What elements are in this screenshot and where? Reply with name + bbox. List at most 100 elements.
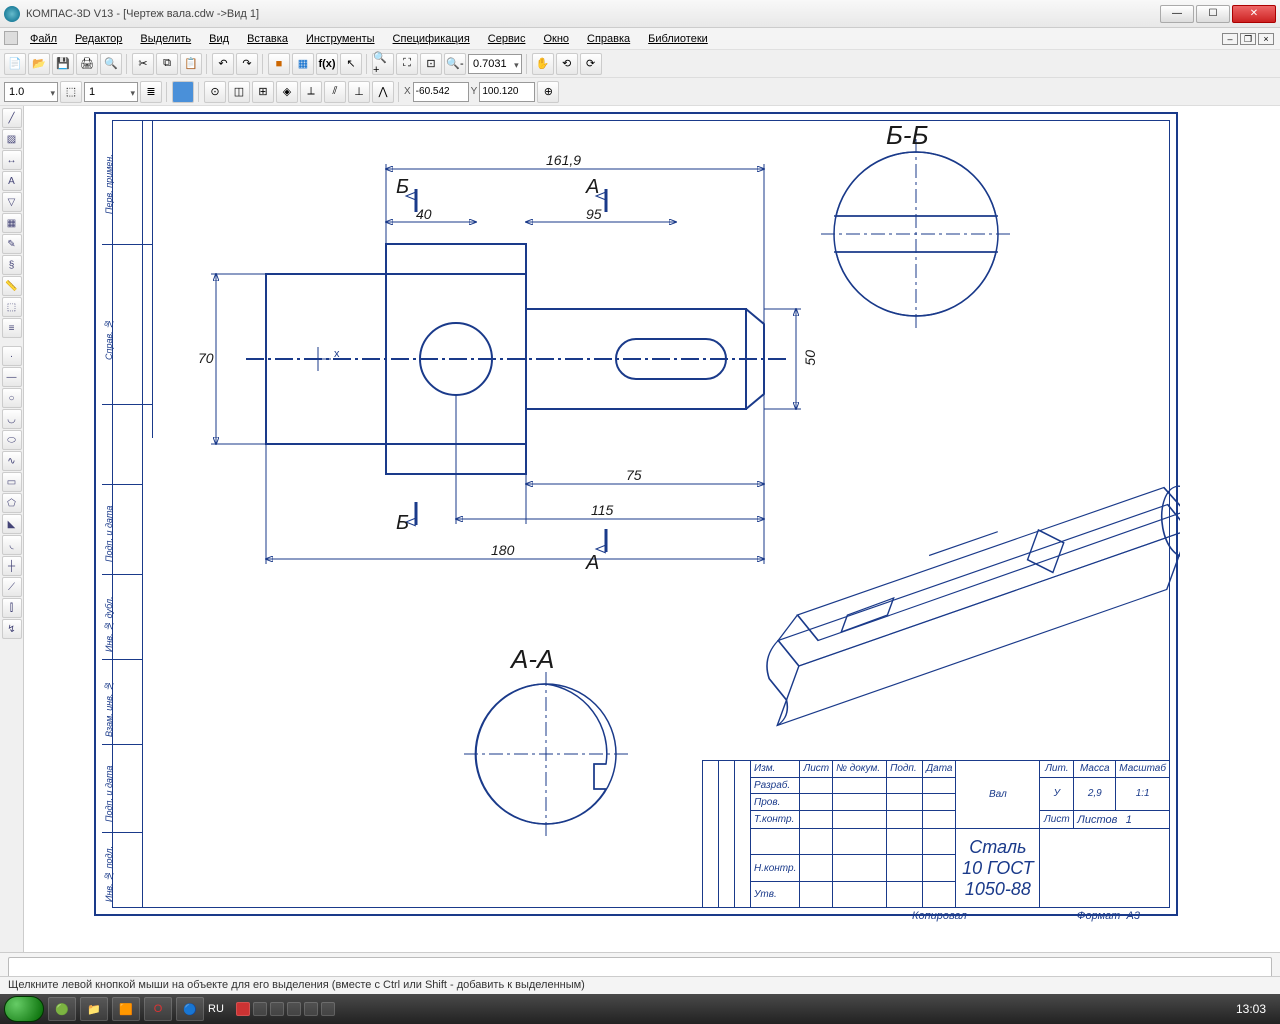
zoom-in-button[interactable]: 🔍+ (372, 53, 394, 75)
tool-spec-icon[interactable]: ≡ (2, 318, 22, 338)
zoom-out-button[interactable]: 🔍- (444, 53, 466, 75)
tool-autoline-icon[interactable]: ↯ (2, 619, 22, 639)
coord-x[interactable]: -60.542 (413, 82, 469, 102)
mdi-min-button[interactable]: – (1222, 33, 1238, 45)
taskbar-app-4[interactable]: O (144, 997, 172, 1021)
tool-fillet-icon[interactable]: ◟ (2, 535, 22, 555)
snap1-button[interactable]: ⊙ (204, 81, 226, 103)
compact-tool-panel: ╱ ▨ ↔ A ▽ ▦ ✎ § 📏 ⬚ ≡ · — ○ ◡ ⬭ ∿ ▭ ⬠ ◣ … (0, 106, 24, 952)
zoom-fit-button[interactable]: ⊡ (420, 53, 442, 75)
tool-cont-icon[interactable]: ⟋ (2, 577, 22, 597)
menu-view[interactable]: Вид (201, 30, 237, 48)
vars-button[interactable]: ▦ (292, 53, 314, 75)
paste-button[interactable]: 📋 (180, 53, 202, 75)
tray-icon[interactable] (270, 1002, 284, 1016)
taskbar-app-2[interactable]: 📁 (80, 997, 108, 1021)
tool-rough-icon[interactable]: ▽ (2, 192, 22, 212)
tray-icon[interactable] (253, 1002, 267, 1016)
tray-icon[interactable] (321, 1002, 335, 1016)
menu-spec[interactable]: Спецификация (385, 30, 478, 48)
mdi-restore-button[interactable]: ❐ (1240, 33, 1256, 45)
section-label: А (586, 552, 599, 575)
tool-rect-icon[interactable]: ▭ (2, 472, 22, 492)
tool-sel-icon[interactable]: ⬚ (2, 297, 22, 317)
mdi-close-button[interactable]: × (1258, 33, 1274, 45)
props-button[interactable]: ■ (268, 53, 290, 75)
tool-seg-icon[interactable]: — (2, 367, 22, 387)
scale-combo[interactable]: 1.0 (4, 82, 58, 102)
tool-hatch-icon[interactable]: ▨ (2, 129, 22, 149)
tool-arc-icon[interactable]: ◡ (2, 409, 22, 429)
section-title: Б-Б (886, 120, 929, 151)
section-label: Б (396, 176, 409, 199)
layer-combo[interactable]: 1 (84, 82, 138, 102)
snap2-button[interactable]: ◫ (228, 81, 250, 103)
color-button[interactable] (172, 81, 194, 103)
menu-file[interactable]: Файл (22, 30, 65, 48)
tray-icon[interactable] (236, 1002, 250, 1016)
redo-button[interactable]: ↷ (236, 53, 258, 75)
tool-equid-icon[interactable]: ⫿ (2, 598, 22, 618)
menu-insert[interactable]: Вставка (239, 30, 296, 48)
tool-axis-icon[interactable]: ┼ (2, 556, 22, 576)
tray-icon[interactable] (304, 1002, 318, 1016)
menu-service[interactable]: Сервис (480, 30, 534, 48)
tool-ellipse-icon[interactable]: ⬭ (2, 430, 22, 450)
lang-indicator[interactable]: RU (208, 1003, 224, 1015)
start-button[interactable] (4, 996, 44, 1022)
print-button[interactable]: 🖨 (76, 53, 98, 75)
states-button[interactable]: ⬚ (60, 81, 82, 103)
tool-text-icon[interactable]: A (2, 171, 22, 191)
zoom-combo[interactable]: 0.7031 (468, 54, 522, 74)
prev-view-button[interactable]: ⟲ (556, 53, 578, 75)
layer-mgr-button[interactable]: ≣ (140, 81, 162, 103)
save-button[interactable]: 💾 (52, 53, 74, 75)
zoom-window-button[interactable]: ⛶ (396, 53, 418, 75)
tool-edit-icon[interactable]: ✎ (2, 234, 22, 254)
cursor-button[interactable]: ↖ (340, 53, 362, 75)
menu-help[interactable]: Справка (579, 30, 638, 48)
tool-spline-icon[interactable]: ∿ (2, 451, 22, 471)
refresh-button[interactable]: ⟳ (580, 53, 602, 75)
snap5-button[interactable]: ⟂ (300, 81, 322, 103)
preview-button[interactable]: 🔍 (100, 53, 122, 75)
coord-lock-button[interactable]: ⊕ (537, 81, 559, 103)
undo-button[interactable]: ↶ (212, 53, 234, 75)
maximize-button[interactable]: ☐ (1196, 5, 1230, 23)
snap8-button[interactable]: ⋀ (372, 81, 394, 103)
cut-button[interactable]: ✂ (132, 53, 154, 75)
tool-param-icon[interactable]: § (2, 255, 22, 275)
tray-icon[interactable] (287, 1002, 301, 1016)
drawing-canvas[interactable]: Перв. примен. Справ. № Подп. и дата Инв.… (24, 106, 1280, 952)
menu-select[interactable]: Выделить (132, 30, 199, 48)
tool-measure-icon[interactable]: 📏 (2, 276, 22, 296)
tool-table-icon[interactable]: ▦ (2, 213, 22, 233)
copy-button[interactable]: ⧉ (156, 53, 178, 75)
snap6-button[interactable]: ⫽ (324, 81, 346, 103)
clock[interactable]: 13:03 (1236, 1002, 1276, 1016)
close-button[interactable]: ✕ (1232, 5, 1276, 23)
menu-libs[interactable]: Библиотеки (640, 30, 716, 48)
tool-chamfer-icon[interactable]: ◣ (2, 514, 22, 534)
menu-edit[interactable]: Редактор (67, 30, 130, 48)
tool-dim-icon[interactable]: ↔ (2, 150, 22, 170)
tool-poly-icon[interactable]: ⬠ (2, 493, 22, 513)
coord-y[interactable]: 100.120 (479, 82, 535, 102)
tool-point-icon[interactable]: · (2, 346, 22, 366)
pan-button[interactable]: ✋ (532, 53, 554, 75)
menu-window[interactable]: Окно (535, 30, 577, 48)
snap7-button[interactable]: ⊥ (348, 81, 370, 103)
svg-text:x: x (334, 348, 340, 360)
open-button[interactable]: 📂 (28, 53, 50, 75)
new-doc-button[interactable]: 📄 (4, 53, 26, 75)
taskbar-app-1[interactable]: 🟢 (48, 997, 76, 1021)
tool-line-icon[interactable]: ╱ (2, 108, 22, 128)
fx-button[interactable]: f(x) (316, 53, 338, 75)
tool-circle-icon[interactable]: ○ (2, 388, 22, 408)
menu-tools[interactable]: Инструменты (298, 30, 383, 48)
taskbar-app-3[interactable]: 🟧 (112, 997, 140, 1021)
taskbar-app-5[interactable]: 🔵 (176, 997, 204, 1021)
snap4-button[interactable]: ◈ (276, 81, 298, 103)
snap3-button[interactable]: ⊞ (252, 81, 274, 103)
minimize-button[interactable]: — (1160, 5, 1194, 23)
